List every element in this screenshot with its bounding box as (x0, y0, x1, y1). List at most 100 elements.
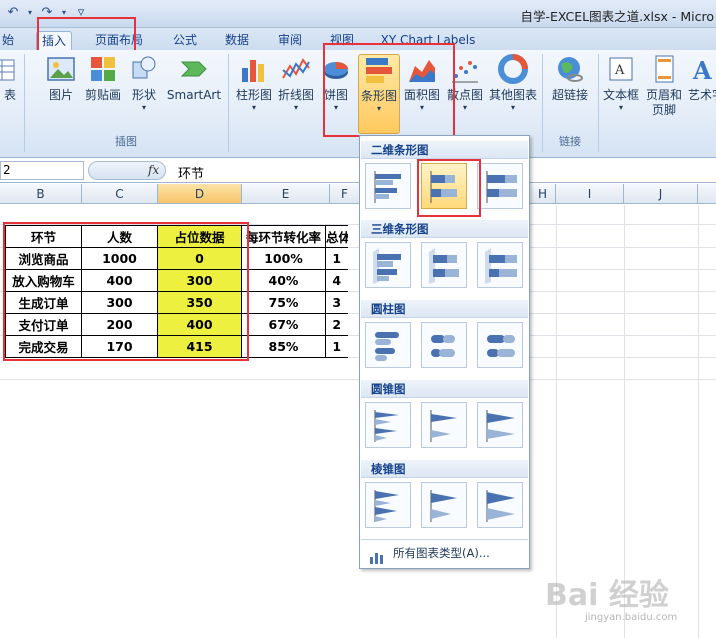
tab-review[interactable]: 审阅 (273, 31, 307, 50)
cell[interactable]: 400 (81, 269, 158, 292)
stacked-pyramid-option[interactable] (421, 482, 467, 528)
clipart-button[interactable]: 剪贴画 (83, 54, 123, 103)
column-chart-button[interactable]: 柱形图 ▾ (233, 54, 275, 113)
title-bar: ↶ ▾ ↷ ▾ ▿ 自学-EXCEL图表之道.xlsx - Micro (0, 0, 716, 28)
cell[interactable]: 1 (325, 247, 348, 270)
table-button[interactable]: 表 (0, 54, 16, 103)
header-cell-count[interactable]: 人数 (81, 225, 158, 248)
wordart-button[interactable]: A 艺术字 (688, 54, 716, 103)
line-chart-button[interactable]: 折线图 ▾ (275, 54, 317, 113)
column-header-c[interactable]: C (82, 184, 158, 204)
customize-qat-icon[interactable]: ▿ (72, 4, 90, 22)
cell[interactable]: 生成订单 (5, 291, 82, 314)
name-box[interactable]: 2 (0, 161, 84, 180)
cell[interactable]: 85% (241, 335, 326, 358)
column-header-b[interactable]: B (0, 184, 82, 204)
smartart-button[interactable]: SmartArt (166, 54, 222, 103)
table-row: 放入购物车 400 300 40% 4 (5, 269, 348, 292)
hyperlink-button[interactable]: 超链接 (548, 54, 592, 103)
3d-stacked-bar-option[interactable] (421, 242, 467, 288)
column-header-j[interactable]: J (624, 184, 698, 204)
bar-chart-button[interactable]: 条形图 ▾ (358, 54, 400, 134)
percent-stacked-cone-option[interactable] (477, 402, 523, 448)
tab-home[interactable]: 始 (0, 31, 18, 50)
header-footer-button[interactable]: 页眉和 页脚 (642, 54, 686, 118)
undo-dropdown-icon[interactable]: ▾ (26, 4, 34, 22)
cell[interactable]: 3 (325, 291, 348, 314)
column-header-h[interactable]: H (530, 184, 556, 204)
cell[interactable]: 2 (325, 313, 348, 336)
stacked-cone-option[interactable] (421, 402, 467, 448)
group-separator (228, 54, 229, 152)
cell[interactable]: 浏览商品 (5, 247, 82, 270)
percent-stacked-bar-option[interactable] (477, 163, 523, 209)
section-cylinder: 圆柱图 (361, 300, 528, 318)
section-2d-bar: 二维条形图 (361, 141, 528, 159)
redo-icon[interactable]: ↷ (38, 4, 56, 22)
clustered-bar-option[interactable] (365, 163, 411, 209)
shapes-button[interactable]: 形状 ▾ (127, 54, 161, 113)
tab-page-layout[interactable]: 页面布局 (90, 31, 148, 50)
table-row: 完成交易 170 415 85% 1 (5, 335, 348, 358)
tab-data[interactable]: 数据 (220, 31, 254, 50)
tab-insert[interactable]: 插入 (36, 31, 72, 50)
cell[interactable]: 100% (241, 247, 326, 270)
cell[interactable]: 1 (325, 335, 348, 358)
cell[interactable]: 300 (157, 269, 242, 292)
header-cell-placeholder[interactable]: 占位数据 (157, 225, 242, 248)
3d-clustered-bar-option[interactable] (365, 242, 411, 288)
area-chart-button[interactable]: 面积图 ▾ (401, 54, 443, 113)
column-header-i[interactable]: I (556, 184, 624, 204)
cell[interactable]: 支付订单 (5, 313, 82, 336)
table-row: 浏览商品 1000 0 100% 1 (5, 247, 348, 270)
cell[interactable]: 200 (81, 313, 158, 336)
insert-function-icon[interactable]: fx (148, 163, 159, 177)
ribbon-tabs: 始 插入 页面布局 公式 数据 审阅 视图 XY Chart Labels (0, 28, 716, 50)
column-header-f[interactable]: F (330, 184, 360, 204)
clustered-cylinder-option[interactable] (365, 322, 411, 368)
cell[interactable]: 67% (241, 313, 326, 336)
cell[interactable]: 0 (157, 247, 242, 270)
all-chart-types-link[interactable]: 所有图表类型(A)... (361, 539, 528, 566)
textbox-button[interactable]: A 文本框 ▾ (602, 54, 640, 113)
cell[interactable]: 400 (157, 313, 242, 336)
cell[interactable]: 170 (81, 335, 158, 358)
cell[interactable]: 350 (157, 291, 242, 314)
percent-stacked-pyramid-option[interactable] (477, 482, 523, 528)
tab-xy-chart-labels[interactable]: XY Chart Labels (378, 31, 478, 50)
other-charts-button[interactable]: 其他图表 ▾ (488, 54, 538, 113)
column-header-e[interactable]: E (242, 184, 330, 204)
clustered-pyramid-option[interactable] (365, 482, 411, 528)
table-row: 支付订单 200 400 67% 2 (5, 313, 348, 336)
cell[interactable]: 完成交易 (5, 335, 82, 358)
clustered-cone-option[interactable] (365, 402, 411, 448)
formula-bar: 2 fx 环节 (0, 159, 716, 183)
grid-line (0, 379, 716, 380)
tab-formulas[interactable]: 公式 (168, 31, 202, 50)
cell[interactable]: 1000 (81, 247, 158, 270)
formula-input[interactable]: 环节 (178, 163, 204, 182)
cell[interactable]: 40% (241, 269, 326, 292)
header-cell-overall[interactable]: 总体 (325, 225, 348, 248)
scatter-chart-button[interactable]: 散点图 ▾ (444, 54, 486, 113)
stacked-cylinder-option[interactable] (421, 322, 467, 368)
redo-dropdown-icon[interactable]: ▾ (60, 4, 68, 22)
all-chart-types-label: 所有图表类型(A)... (393, 546, 490, 560)
undo-icon[interactable]: ↶ (4, 4, 22, 22)
pie-chart-button[interactable]: 饼图 ▾ (320, 54, 352, 113)
stacked-bar-option[interactable] (421, 163, 467, 209)
cell[interactable]: 300 (81, 291, 158, 314)
cell[interactable]: 415 (157, 335, 242, 358)
column-header-k[interactable] (698, 184, 716, 204)
3d-percent-stacked-bar-option[interactable] (477, 242, 523, 288)
tab-view[interactable]: 视图 (325, 31, 359, 50)
cell[interactable]: 放入购物车 (5, 269, 82, 292)
header-cell-stage[interactable]: 环节 (5, 225, 82, 248)
cell[interactable]: 4 (325, 269, 348, 292)
percent-stacked-cylinder-option[interactable] (477, 322, 523, 368)
picture-button[interactable]: 图片 (44, 54, 78, 103)
cell[interactable]: 75% (241, 291, 326, 314)
scatter-chart-icon (450, 54, 480, 84)
header-cell-step-rate[interactable]: 每环节转化率 (241, 225, 326, 248)
column-header-d[interactable]: D (158, 184, 242, 204)
